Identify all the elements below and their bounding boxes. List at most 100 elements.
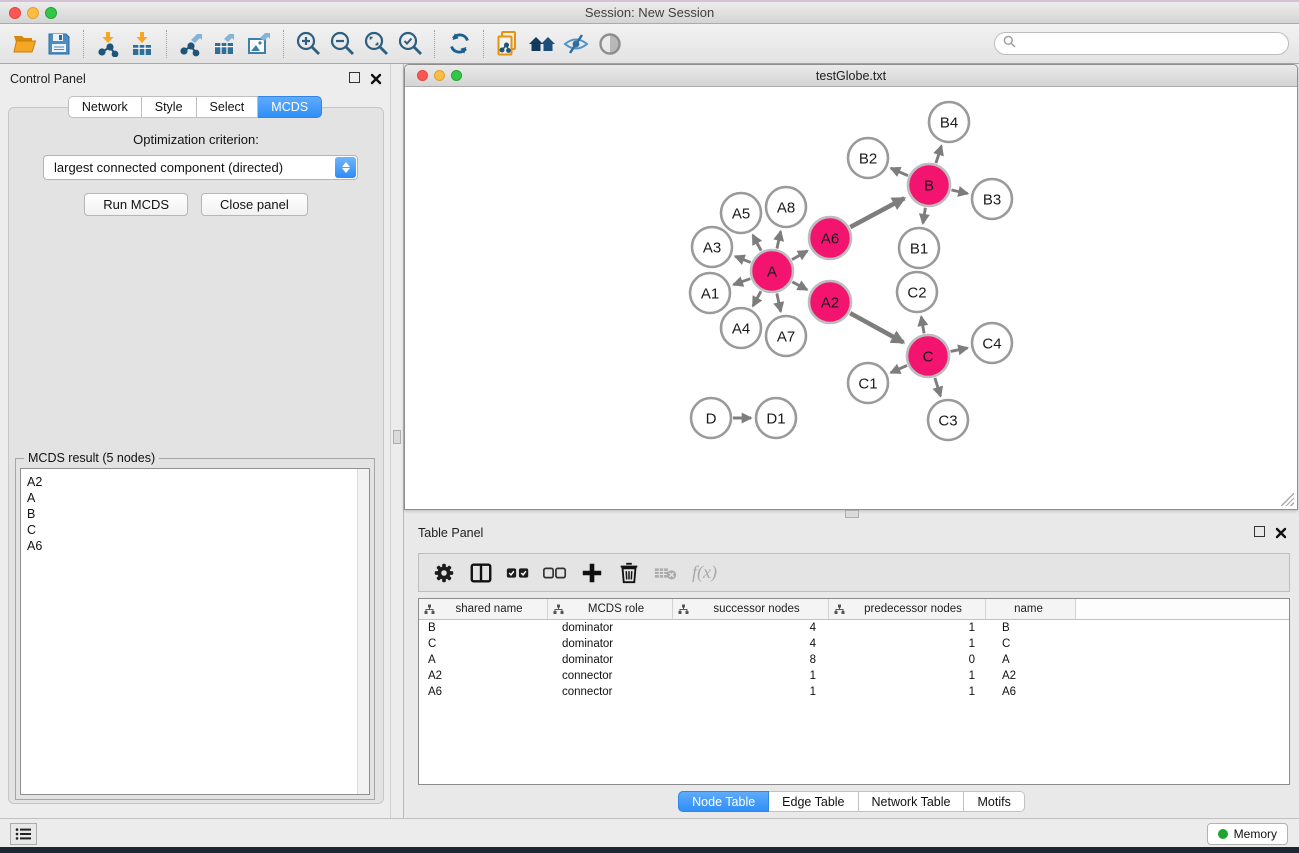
task-history-button[interactable] bbox=[10, 823, 37, 845]
export-image-icon[interactable] bbox=[242, 29, 276, 59]
zoom-out-icon[interactable] bbox=[325, 29, 359, 59]
graph-edge-B-B1[interactable] bbox=[923, 208, 925, 224]
show-columns-icon[interactable] bbox=[466, 558, 496, 588]
close-panel-icon[interactable] bbox=[370, 72, 382, 90]
graph-node-A8[interactable]: A8 bbox=[766, 187, 806, 227]
tab-edge-table[interactable]: Edge Table bbox=[769, 791, 858, 812]
column-header-name[interactable]: name bbox=[986, 599, 1076, 619]
export-network-icon[interactable] bbox=[174, 29, 208, 59]
graph-node-C2[interactable]: C2 bbox=[897, 272, 937, 312]
graph-node-A3[interactable]: A3 bbox=[692, 227, 732, 267]
refresh-icon[interactable] bbox=[442, 29, 476, 59]
table-options-icon[interactable] bbox=[429, 558, 459, 588]
duplicate-network-icon[interactable] bbox=[491, 29, 525, 59]
graph-edge-B-B3[interactable] bbox=[951, 190, 967, 194]
result-item[interactable]: A6 bbox=[21, 538, 369, 554]
graph-node-A6[interactable]: A6 bbox=[809, 217, 851, 259]
graph-node-C[interactable]: C bbox=[907, 335, 949, 377]
table-row[interactable]: A2connector11A2 bbox=[419, 668, 1289, 684]
graph-node-B2[interactable]: B2 bbox=[848, 138, 888, 178]
select-all-icon[interactable] bbox=[503, 558, 533, 588]
memory-button[interactable]: Memory bbox=[1207, 823, 1288, 845]
search-input[interactable] bbox=[1016, 33, 1288, 54]
graph-edge-A-A8[interactable] bbox=[777, 231, 781, 248]
tab-network[interactable]: Network bbox=[68, 96, 142, 118]
result-item[interactable]: A bbox=[21, 490, 369, 506]
graph-node-C4[interactable]: C4 bbox=[972, 323, 1012, 363]
column-header-predecessor-nodes[interactable]: predecessor nodes bbox=[829, 599, 986, 619]
run-mcds-button[interactable]: Run MCDS bbox=[84, 193, 188, 216]
optimization-criterion-select[interactable]: largest connected component (directed) bbox=[43, 155, 358, 180]
graph-node-B4[interactable]: B4 bbox=[929, 102, 969, 142]
graph-edge-A2-C[interactable] bbox=[850, 313, 903, 342]
network-window-titlebar[interactable]: testGlobe.txt bbox=[405, 65, 1297, 87]
birdseye-view-icon[interactable] bbox=[593, 29, 627, 59]
tab-motifs[interactable]: Motifs bbox=[964, 791, 1024, 812]
tab-select[interactable]: Select bbox=[197, 96, 259, 118]
horizontal-splitter-handle[interactable] bbox=[845, 510, 859, 518]
table-row[interactable]: Adominator80A bbox=[419, 652, 1289, 668]
main-titlebar[interactable]: Session: New Session bbox=[0, 2, 1299, 24]
graph-node-C3[interactable]: C3 bbox=[928, 400, 968, 440]
tab-network-table[interactable]: Network Table bbox=[859, 791, 965, 812]
graph-edge-A-A1[interactable] bbox=[734, 279, 751, 285]
mcds-result-list[interactable]: A2ABCA6 bbox=[20, 468, 370, 795]
close-table-panel-icon[interactable] bbox=[1275, 526, 1287, 544]
column-header-shared-name[interactable]: shared name bbox=[419, 599, 548, 619]
table-row[interactable]: Bdominator41B bbox=[419, 620, 1289, 636]
zoom-in-icon[interactable] bbox=[291, 29, 325, 59]
float-table-panel-icon[interactable] bbox=[1254, 526, 1265, 537]
graph-edge-A-A2[interactable] bbox=[792, 282, 807, 290]
graph-node-A7[interactable]: A7 bbox=[766, 316, 806, 356]
deselect-all-icon[interactable] bbox=[540, 558, 570, 588]
close-panel-button[interactable]: Close panel bbox=[201, 193, 308, 216]
graph-edge-A-A6[interactable] bbox=[792, 251, 807, 260]
window-resize-grip[interactable] bbox=[1281, 493, 1294, 506]
delete-column-icon[interactable] bbox=[614, 558, 644, 588]
graph-node-B1[interactable]: B1 bbox=[899, 228, 939, 268]
result-item[interactable]: B bbox=[21, 506, 369, 522]
add-column-icon[interactable] bbox=[577, 558, 607, 588]
import-network-icon[interactable] bbox=[91, 29, 125, 59]
import-table-icon[interactable] bbox=[125, 29, 159, 59]
tab-style[interactable]: Style bbox=[142, 96, 197, 118]
graph-edge-A-A5[interactable] bbox=[753, 235, 761, 251]
open-file-icon[interactable] bbox=[8, 29, 42, 59]
network-canvas[interactable]: B4B2BB3A8A5A6A3B1AC2A1A2A4A7C4CC1DD1C3 bbox=[406, 87, 1296, 508]
graph-edge-B-B2[interactable] bbox=[891, 168, 908, 176]
graph-edge-A-A4[interactable] bbox=[753, 291, 761, 306]
graph-node-A2[interactable]: A2 bbox=[809, 281, 851, 323]
graph-edge-A-A7[interactable] bbox=[777, 293, 781, 311]
graph-node-A1[interactable]: A1 bbox=[690, 273, 730, 313]
graph-edge-B-B4[interactable] bbox=[936, 146, 941, 163]
graph-node-C1[interactable]: C1 bbox=[848, 363, 888, 403]
splitter-handle[interactable] bbox=[393, 430, 401, 444]
zoom-fit-icon[interactable] bbox=[359, 29, 393, 59]
table-row[interactable]: Cdominator41C bbox=[419, 636, 1289, 652]
graph-edge-C-C4[interactable] bbox=[951, 348, 968, 351]
graph-node-A4[interactable]: A4 bbox=[721, 308, 761, 348]
result-scrollbar[interactable] bbox=[357, 469, 369, 794]
graph-node-D[interactable]: D bbox=[691, 398, 731, 438]
hide-graphics-details-icon[interactable] bbox=[559, 29, 593, 59]
panel-splitter[interactable] bbox=[390, 64, 404, 818]
graph-edge-C-C3[interactable] bbox=[935, 378, 941, 396]
zoom-selected-icon[interactable] bbox=[393, 29, 427, 59]
graph-node-B3[interactable]: B3 bbox=[972, 179, 1012, 219]
tab-node-table[interactable]: Node Table bbox=[678, 791, 769, 812]
first-neighbors-icon[interactable] bbox=[525, 29, 559, 59]
column-header-successor-nodes[interactable]: successor nodes bbox=[673, 599, 829, 619]
graph-edge-C-C1[interactable] bbox=[891, 365, 907, 372]
column-header-MCDS-role[interactable]: MCDS role bbox=[548, 599, 673, 619]
export-table-icon[interactable] bbox=[208, 29, 242, 59]
graph-node-A[interactable]: A bbox=[751, 250, 793, 292]
graph-node-D1[interactable]: D1 bbox=[756, 398, 796, 438]
save-session-icon[interactable] bbox=[42, 29, 76, 59]
graph-edge-C-C2[interactable] bbox=[921, 317, 924, 334]
table-row[interactable]: A6connector11A6 bbox=[419, 684, 1289, 700]
graph-node-B[interactable]: B bbox=[908, 164, 950, 206]
graph-edge-A6-B[interactable] bbox=[850, 198, 904, 227]
float-panel-icon[interactable] bbox=[349, 72, 360, 83]
graph-edge-A-A3[interactable] bbox=[735, 256, 750, 262]
tab-mcds[interactable]: MCDS bbox=[258, 96, 322, 118]
